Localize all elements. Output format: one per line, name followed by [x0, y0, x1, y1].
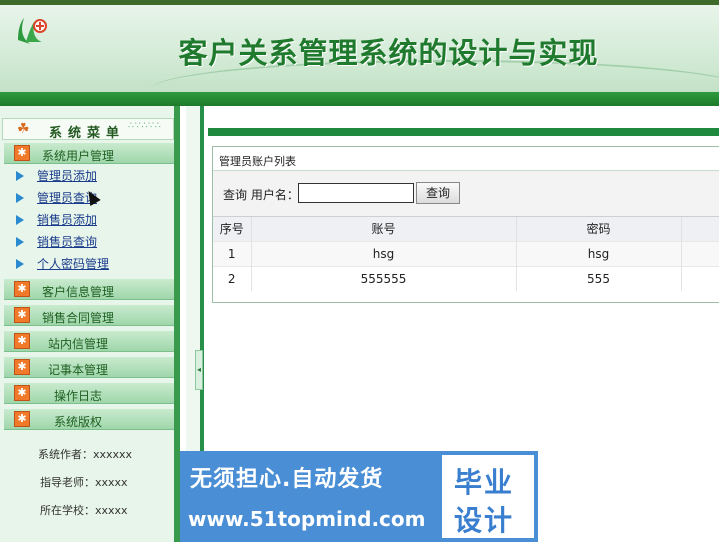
menu-group-notebook[interactable]: ✱ 记事本管理	[4, 357, 174, 378]
column-header-extra	[681, 217, 719, 241]
people-icon: ☘	[17, 121, 30, 137]
watermark-banner: 无须担心.自动发货 www.51topmind.com 毕业 设计	[180, 451, 538, 542]
username-search-input[interactable]	[298, 183, 414, 203]
watermark-text: 无须担心.自动发货	[190, 467, 384, 492]
decoration-dots: ∴∵∴∵∴	[128, 121, 162, 131]
search-button[interactable]: 查询	[416, 182, 460, 204]
watermark-url: www.51topmind.com	[188, 507, 426, 531]
app-header: 客户关系管理系统的设计与实现	[0, 0, 719, 92]
table-cell: 2	[213, 265, 252, 291]
star-icon: ✱	[14, 307, 30, 323]
menu-group-log[interactable]: ✱ 操作日志	[4, 383, 174, 404]
menu-group-contract[interactable]: ✱ 销售合同管理	[4, 305, 174, 326]
table-cell: hsg	[516, 240, 682, 266]
menu-title-label: 系统菜单	[49, 126, 126, 141]
menu-group-customer[interactable]: ✱ 客户信息管理	[4, 279, 174, 300]
arrow-right-icon	[16, 171, 24, 181]
menu-group-label: 操作日志	[54, 389, 103, 403]
arrow-right-icon	[16, 259, 24, 269]
column-header: 账号	[251, 217, 517, 241]
header-divider-bar	[0, 92, 719, 106]
author-text: 系统作者：xxxxxx	[38, 448, 133, 461]
teacher-text: 指导老师：xxxxx	[40, 476, 128, 489]
menu-group-label: 站内信管理	[48, 337, 109, 351]
menu-item-admin-add[interactable]: 管理员添加	[16, 167, 97, 184]
menu-group-label: 客户信息管理	[42, 285, 115, 299]
star-icon: ✱	[14, 411, 30, 427]
menu-group-label: 销售合同管理	[42, 311, 115, 325]
sidebar: ☘ 系统菜单 ∴∵∴∵∴ ✱ 系统用户管理 管理员添加 管理员查询 销售员添加 …	[0, 106, 180, 542]
menu-group-copyright[interactable]: ✱ 系统版权	[4, 409, 174, 430]
menu-item-link[interactable]: 销售员查询	[37, 235, 97, 249]
admin-table: 序号 账号 密码 1 hsg hsg 2 555555 555	[213, 217, 719, 291]
menu-item-sales-query[interactable]: 销售员查询	[16, 233, 97, 250]
menu-group-system-users[interactable]: ✱ 系统用户管理	[4, 143, 174, 164]
table-header: 序号 账号 密码	[213, 217, 719, 241]
column-header: 序号	[213, 217, 252, 241]
table-cell: 555555	[251, 265, 517, 291]
column-header: 密码	[516, 217, 682, 241]
menu-group-label: 系统版权	[54, 415, 103, 429]
menu-item-sales-add[interactable]: 销售员添加	[16, 211, 97, 228]
table-cell	[681, 240, 719, 266]
star-icon: ✱	[14, 281, 30, 297]
search-label: 查询 用户名：	[223, 188, 299, 202]
table-row[interactable]: 1 hsg hsg	[213, 240, 719, 266]
menu-group-messages[interactable]: ✱ 站内信管理	[4, 331, 174, 352]
table-cell: 555	[516, 265, 682, 291]
star-icon: ✱	[14, 145, 30, 161]
menu-item-link[interactable]: 销售员添加	[37, 213, 97, 227]
menu-item-password[interactable]: 个人密码管理	[16, 255, 109, 272]
watermark-badge-bottom: 设计	[454, 504, 515, 537]
menu-item-link[interactable]: 个人密码管理	[37, 257, 109, 271]
star-icon: ✱	[14, 359, 30, 375]
table-row[interactable]: 2 555555 555	[213, 265, 719, 291]
app-title: 客户关系管理系统的设计与实现	[178, 36, 599, 70]
watermark-badge: 毕业 设计	[442, 455, 534, 538]
arrow-right-icon	[16, 193, 24, 203]
menu-item-link[interactable]: 管理员添加	[37, 169, 97, 183]
search-toolbar: 查询 用户名： 查询	[213, 171, 719, 217]
school-text: 所在学校：xxxxx	[40, 504, 128, 517]
table-cell	[681, 265, 719, 291]
watermark-badge-top: 毕业	[454, 466, 515, 499]
arrow-right-icon	[16, 215, 24, 225]
collapse-sidebar-button[interactable]: ◂	[195, 350, 203, 390]
arrow-right-icon	[16, 237, 24, 247]
admin-list-panel: 管理员账户列表 查询 用户名： 查询 序号 账号 密码 1 hsg hsg 2 …	[212, 146, 719, 303]
star-icon: ✱	[14, 333, 30, 349]
header-top-line	[0, 0, 719, 5]
menu-group-label: 记事本管理	[48, 363, 109, 377]
star-icon: ✱	[14, 385, 30, 401]
menu-group-label: 系统用户管理	[42, 149, 115, 163]
menu-title: ☘ 系统菜单 ∴∵∴∵∴	[2, 118, 174, 141]
table-cell: hsg	[251, 240, 517, 266]
panel-title: 管理员账户列表	[213, 147, 719, 171]
table-cell: 1	[213, 240, 252, 266]
